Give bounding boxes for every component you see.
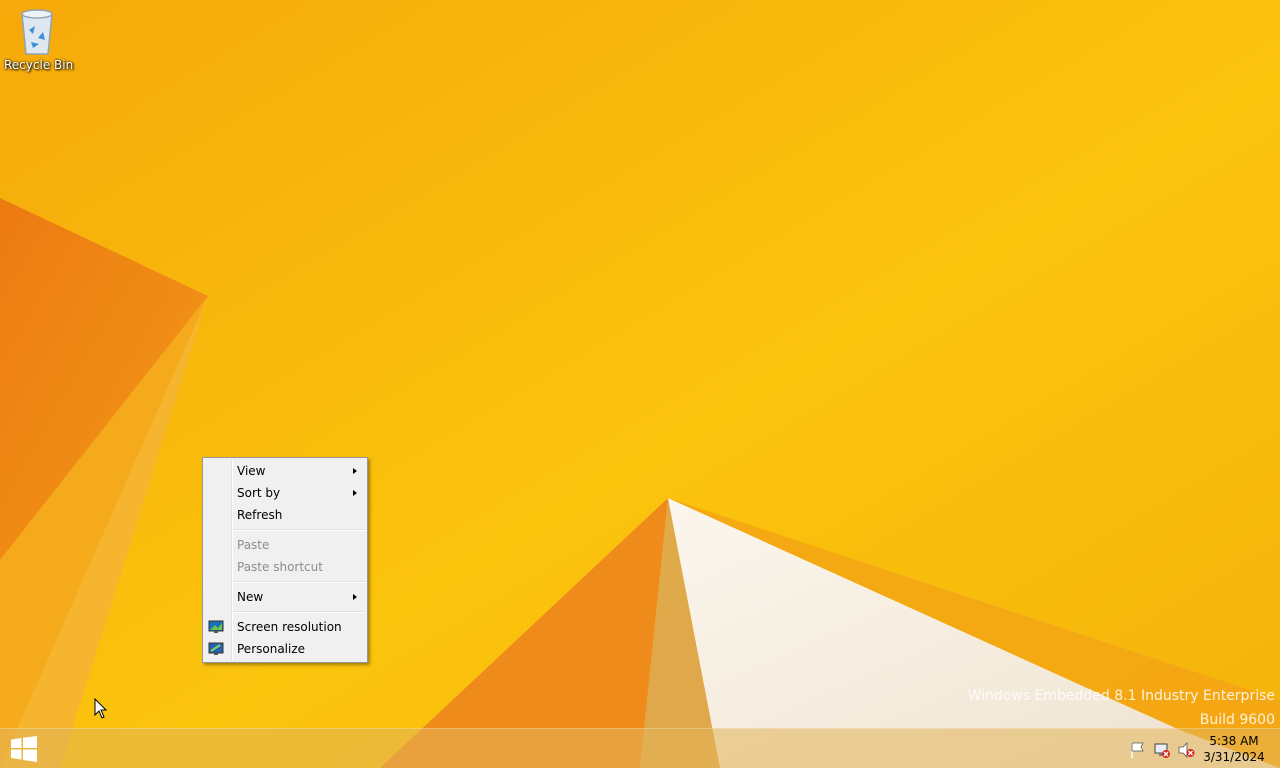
action-center-flag-icon[interactable] [1129, 741, 1147, 759]
menu-separator [233, 529, 365, 531]
menu-item-label: Sort by [237, 486, 281, 500]
menu-item-view[interactable]: View [203, 460, 367, 482]
recycle-bin-icon [21, 9, 53, 55]
submenu-arrow-icon [353, 490, 357, 496]
menu-separator [233, 581, 365, 583]
menu-item-label: New [237, 590, 264, 604]
menu-item-label: Screen resolution [237, 620, 342, 634]
submenu-arrow-icon [353, 468, 357, 474]
os-watermark: Windows Embedded 8.1 Industry Enterprise… [968, 684, 1275, 732]
screen-resolution-icon [208, 620, 224, 633]
menu-item-personalize[interactable]: Personalize [203, 638, 367, 660]
taskbar-clock[interactable]: 5:38 AM 3/31/2024 [1202, 733, 1266, 765]
mouse-cursor-icon [94, 698, 108, 719]
windows-logo-icon [11, 736, 37, 762]
clock-date: 3/31/2024 [1203, 750, 1265, 764]
menu-item-label: Paste [237, 538, 270, 552]
recycle-bin-shortcut[interactable]: Recycle Bin [4, 4, 74, 74]
recycle-bin-label: Recycle Bin [4, 58, 74, 72]
menu-item-label: Paste shortcut [237, 560, 323, 574]
menu-item-new[interactable]: New [203, 586, 367, 608]
desktop-context-menu: View Sort by Refresh Paste Paste shortcu… [202, 457, 368, 663]
menu-item-paste-shortcut[interactable]: Paste shortcut [203, 556, 367, 578]
menu-item-label: Personalize [237, 642, 306, 656]
taskbar: 5:38 AM 3/31/2024 [0, 728, 1280, 768]
personalize-icon [208, 642, 224, 655]
menu-item-paste[interactable]: Paste [203, 534, 367, 556]
menu-item-sort-by[interactable]: Sort by [203, 482, 367, 504]
desktop[interactable]: Recycle Bin View Sort by Refresh Paste P… [0, 0, 1280, 768]
menu-separator [233, 611, 365, 613]
volume-muted-icon[interactable] [1177, 741, 1195, 759]
menu-item-label: Refresh [237, 508, 283, 522]
network-disconnected-icon[interactable] [1153, 741, 1171, 759]
start-button[interactable] [0, 729, 48, 768]
submenu-arrow-icon [353, 594, 357, 600]
menu-item-refresh[interactable]: Refresh [203, 504, 367, 526]
watermark-edition: Windows Embedded 8.1 Industry Enterprise [967, 688, 1275, 704]
menu-item-screen-resolution[interactable]: Screen resolution [203, 616, 367, 638]
clock-time: 5:38 AM [1209, 734, 1259, 748]
menu-item-label: View [237, 464, 266, 478]
wallpaper [0, 0, 1280, 768]
